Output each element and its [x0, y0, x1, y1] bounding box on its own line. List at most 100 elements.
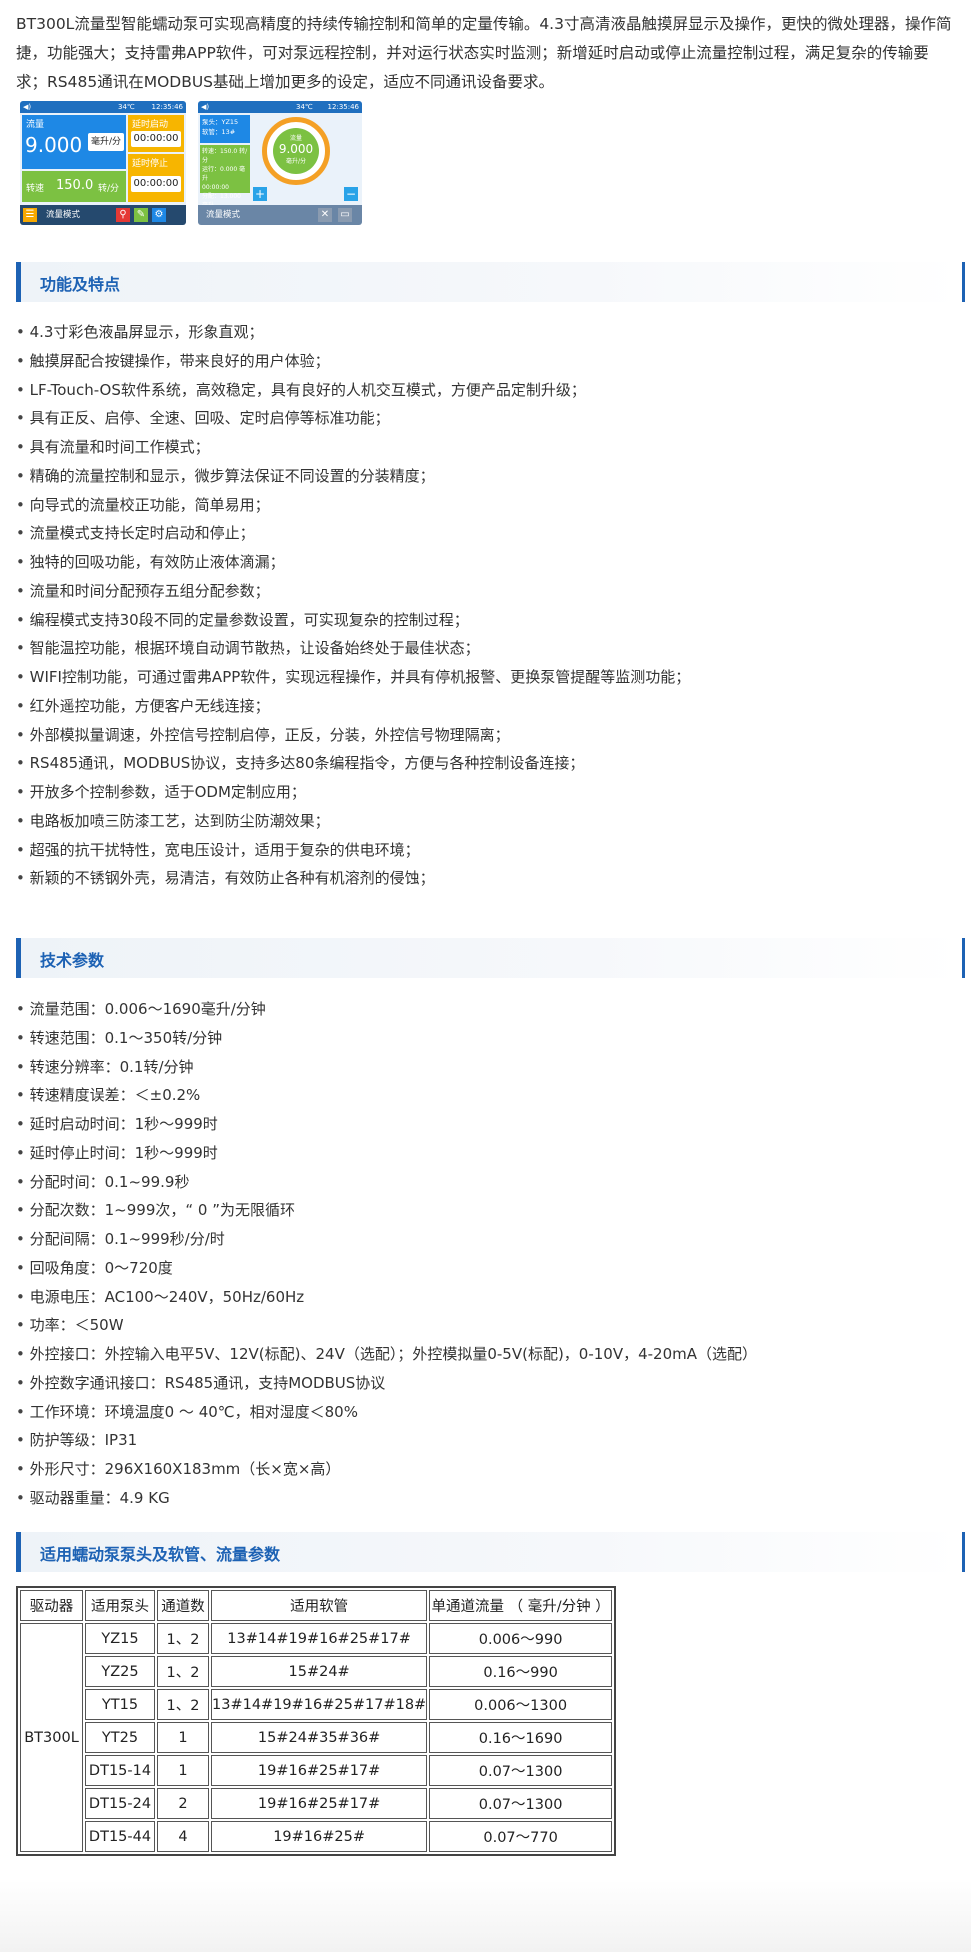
table-cell: YZ15 [85, 1623, 155, 1654]
list-item: 向导式的流量校正功能，简单易用； [16, 491, 690, 520]
table-cell: 1、2 [157, 1623, 209, 1654]
tools-icon: ✕ [318, 208, 332, 222]
screen-image-gauge: ◀) 34℃ 12:35:46 泵头：YZ15 软管：13# 转速：150.0 … [198, 101, 362, 225]
screen-status-bar: ◀) 34℃ 12:35:46 [198, 101, 362, 113]
flow-unit: 毫升/分 [88, 133, 124, 151]
table-header-row: 驱动器 适用泵头 通道数 适用软管 单通道流量 （ 毫升/分钟 ） [20, 1590, 612, 1621]
table-row: BT300L YZ15 1、2 13#14#19#16#25#17# 0.006～990 [20, 1623, 612, 1852]
list-item: 电路板加喷三防漆工艺，达到防尘防潮效果； [16, 807, 690, 836]
list-item: 流量模式支持长定时启动和停止； [16, 519, 690, 548]
table-cell: YT25 [85, 1722, 155, 1753]
screen-bottom-bar: ☰ 流量模式 ⚲ ✎ ⚙ [20, 205, 186, 225]
list-item: 具有流量和时间工作模式； [16, 433, 690, 462]
specs-list: 流量范围：0.006～1690毫升/分钟转速范围：0.1～350转/分钟转速分辨… [16, 995, 757, 1513]
header-cell: 驱动器 [20, 1590, 83, 1621]
list-item: 超强的抗干扰特性，宽电压设计，适用于复杂的供电环境； [16, 836, 690, 865]
header-cell: 适用软管 [211, 1590, 428, 1621]
list-item: 转速分辨率：0.1转/分钟 [16, 1053, 757, 1082]
tube-label: 软管：13# [202, 128, 236, 136]
table-cell: 0.16～1690 [429, 1722, 612, 1753]
speed-value: 150.0 [56, 178, 94, 193]
search-icon: ⚲ [116, 208, 130, 222]
mode-label: 流量模式 [46, 210, 81, 220]
list-item: 外控接口：外控输入电平5V、12V(标配)、24V（选配）；外控模拟量0-5V(… [16, 1340, 757, 1369]
gauge-label: 流量 [289, 135, 302, 142]
table-cell: 13#14#19#16#25#17#18# [211, 1689, 428, 1720]
table-row: YT25 1 15#24#35#36# 0.16～1690 [20, 1722, 612, 1753]
bottom-fade [0, 1880, 971, 1952]
list-item: 流量和时间分配预存五组分配参数； [16, 577, 690, 606]
delay-stop-value: 00:00:00 [131, 176, 181, 192]
table-cell: DT15-24 [85, 1788, 155, 1819]
table-cell: 0.07～770 [429, 1821, 612, 1852]
pump-label: 泵头：YZ15 [202, 118, 239, 126]
table-row: DT15-24 2 19#16#25#17# 0.07～1300 [20, 1788, 612, 1819]
speaker-icon: ◀) [23, 103, 32, 111]
wand-icon: ✎ [134, 208, 148, 222]
list-item: 回吸角度：0～720度 [16, 1254, 757, 1283]
screen-bottom-bar: 流量模式 ✕ ▭ [198, 205, 362, 225]
list-item: 防护等级：IP31 [16, 1426, 757, 1455]
pump-info-panel: 泵头：YZ15 软管：13# [200, 115, 250, 143]
table-cell: 19#16#25# [211, 1821, 428, 1852]
table-cell: DT15-44 [85, 1821, 155, 1852]
list-item: LF-Touch-OS软件系统，高效稳定，具有良好的人机交互模式，方便产品定制升… [16, 376, 690, 405]
table-cell: 1、2 [157, 1656, 209, 1687]
list-item: 精确的流量控制和显示，微步算法保证不同设置的分装精度； [16, 462, 690, 491]
list-item: 分配间隔：0.1~999秒/分/时 [16, 1225, 757, 1254]
screen-time: 12:35:46 [327, 103, 359, 111]
table-cell: 0.07～1300 [429, 1788, 612, 1819]
list-item: 延时启动时间：1秒～999时 [16, 1110, 757, 1139]
pump-head-table: 驱动器 适用泵头 通道数 适用软管 单通道流量 （ 毫升/分钟 ） BT300L… [16, 1586, 616, 1856]
list-item: 延时停止时间：1秒～999时 [16, 1139, 757, 1168]
table-cell: 0.07～1300 [429, 1755, 612, 1786]
run-info-panel: 转速：150.0 转/分 运行：0.000 毫升 00:00:00 分配：13.… [200, 145, 250, 218]
flow-gauge: 流量 9.000 毫升/分 [262, 117, 330, 185]
gauge-center: 流量 9.000 毫升/分 [273, 128, 319, 174]
table-cell: 19#16#25#17# [211, 1788, 428, 1819]
driver-cell: BT300L [20, 1623, 83, 1852]
plus-icon: + [253, 187, 267, 201]
gauge-value: 9.000 [278, 142, 314, 156]
list-item: 独特的回吸功能，有效防止液体滴漏； [16, 548, 690, 577]
delay-stop-panel: 延时停止 00:00:00 [128, 154, 184, 202]
table-cell: YT15 [85, 1689, 155, 1720]
list-item: 转速精度误差：＜±0.2% [16, 1081, 757, 1110]
list-item: 红外遥控功能，方便客户无线连接； [16, 692, 690, 721]
list-item: 外形尺寸：296X160X183mm（长×宽×高） [16, 1455, 757, 1484]
speed-unit: 转/分 [98, 184, 120, 194]
list-item: 智能温控功能，根据环境自动调节散热，让设备始终处于最佳状态； [16, 634, 690, 663]
speed-line: 转速：150.0 转/分 [202, 148, 248, 164]
delay-start-label: 延时启动 [132, 120, 169, 130]
delay-stop-label: 延时停止 [132, 159, 169, 169]
table-cell: 19#16#25#17# [211, 1755, 428, 1786]
table-cell: 4 [157, 1821, 209, 1852]
list-item: 转速范围：0.1～350转/分钟 [16, 1024, 757, 1053]
flow-panel: 流量 9.000 毫升/分 [22, 115, 126, 169]
table-cell: 0.006～1300 [429, 1689, 612, 1720]
table-row: DT15-14 1 19#16#25#17# 0.07～1300 [20, 1755, 612, 1786]
list-item: 具有正反、启停、全速、回吸、定时启停等标准功能； [16, 404, 690, 433]
gear-icon: ⚙ [152, 208, 166, 222]
list-item: WIFI控制功能，可通过雷弗APP软件，实现远程操作，并具有停机报警、更换泵管提… [16, 663, 691, 692]
table-cell: 15#24# [211, 1656, 428, 1687]
section-title: 适用蠕动泵泵头及软管、流量参数 [40, 1545, 281, 1564]
list-item: 分配时间：0.1~99.9秒 [16, 1168, 757, 1197]
flow-label: 流量 [26, 120, 45, 130]
list-item: 外部模拟量调速，外控信号控制启停，正反，分装，外控信号物理隔离； [16, 721, 690, 750]
mode-label: 流量模式 [206, 210, 241, 220]
table-cell: 1、2 [157, 1689, 209, 1720]
header-cell: 通道数 [157, 1590, 209, 1621]
screen-status-bar: ◀) 34℃ 12:35:46 [20, 101, 186, 113]
list-item: 外控数字通讯接口：RS485通讯，支持MODBUS协议 [16, 1369, 757, 1398]
table-cell: 15#24#35#36# [211, 1722, 428, 1753]
list-item: 新颖的不锈钢外壳，易清洁，有效防止各种有机溶剂的侵蚀； [16, 864, 690, 893]
list-item: 电源电压：AC100～240V，50Hz/60Hz [16, 1283, 757, 1312]
table-cell: 0.16～990 [429, 1656, 612, 1687]
header-cell: 单通道流量 （ 毫升/分钟 ） [429, 1590, 612, 1621]
screen-temp: 34℃ [296, 103, 313, 111]
table-cell: YZ25 [85, 1656, 155, 1687]
table-row: DT15-44 4 19#16#25# 0.07～770 [20, 1821, 612, 1852]
list-item: 工作环境：环境温度0 ～ 40℃，相对湿度＜80% [16, 1398, 757, 1427]
list-item: 流量范围：0.006～1690毫升/分钟 [16, 995, 757, 1024]
